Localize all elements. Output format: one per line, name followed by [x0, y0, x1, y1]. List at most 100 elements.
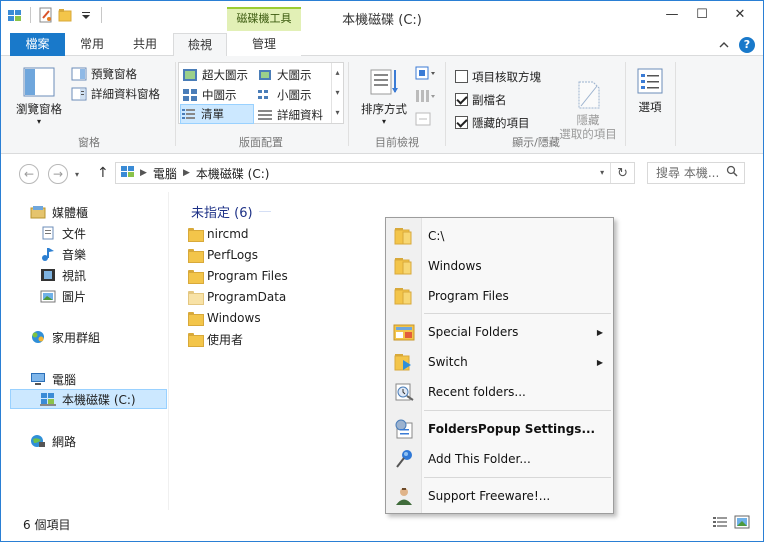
special-folders-icon: [393, 322, 415, 342]
minimize-button[interactable]: —: [657, 1, 687, 27]
search-input[interactable]: 搜尋 本機...: [647, 162, 745, 184]
new-folder-icon[interactable]: [58, 7, 74, 23]
details-view-toggle-icon[interactable]: [712, 515, 728, 532]
group-header-label: 未指定 (6): [191, 206, 253, 221]
search-placeholder: 搜尋 本機...: [656, 166, 720, 180]
tab-view[interactable]: 檢視: [173, 33, 227, 57]
hidden-items-label: 隱藏的項目: [472, 115, 530, 130]
menu-item-windows[interactable]: Windows: [386, 251, 613, 281]
list-item[interactable]: nircmd: [188, 224, 249, 244]
options-label: 選項: [638, 100, 662, 114]
item-checkboxes-checkbox[interactable]: [455, 70, 468, 83]
layout-group-label: 版面配置: [239, 136, 283, 149]
chevron-up-icon[interactable]: [719, 38, 729, 52]
sort-by-button[interactable]: 排序方式 ▾: [355, 66, 413, 126]
show-hide-group-label: 顯示/隱藏: [512, 136, 560, 149]
nav-item-music[interactable]: 音樂: [40, 244, 86, 264]
maximize-button[interactable]: ☐: [687, 1, 717, 27]
list-item[interactable]: Windows: [188, 308, 261, 328]
status-bar: 6 個項目: [1, 510, 763, 541]
size-columns-icon[interactable]: [415, 112, 437, 129]
large-icons-toggle-icon[interactable]: [734, 515, 750, 532]
folder-icon: [188, 270, 204, 284]
breadcrumb-chevron-icon[interactable]: ▶: [183, 168, 190, 178]
tab-manage[interactable]: 管理: [227, 33, 301, 56]
nav-item-documents[interactable]: 文件: [40, 223, 86, 243]
list-item[interactable]: PerfLogs: [188, 245, 258, 265]
list-item[interactable]: 使用者: [188, 329, 243, 349]
documents-icon: [40, 226, 56, 240]
breadcrumb-chevron-icon[interactable]: ▶: [140, 168, 147, 178]
breadcrumb-local-disk[interactable]: 本機磁碟 (C:): [190, 165, 276, 182]
recent-folders-icon: [393, 382, 415, 402]
item-checkboxes-toggle[interactable]: 項目核取方塊: [455, 65, 541, 88]
menu-item-label: Support Freeware!...: [428, 489, 551, 503]
nav-label: 視訊: [62, 268, 87, 283]
close-button[interactable]: ✕: [717, 1, 763, 27]
address-dropdown-icon[interactable]: ▾: [594, 163, 612, 183]
nav-item-homegroup[interactable]: 家用群組: [30, 327, 100, 347]
file-extensions-checkbox[interactable]: [455, 93, 468, 106]
preview-pane-button[interactable]: 預覽窗格: [71, 64, 160, 84]
back-button[interactable]: ←: [19, 164, 39, 184]
hidden-items-checkbox[interactable]: [455, 116, 468, 129]
group-header[interactable]: 未指定 (6): [191, 202, 271, 221]
tab-share[interactable]: 共用: [120, 33, 170, 56]
nav-label: 家用群組: [52, 330, 101, 345]
nav-item-network[interactable]: 網路: [30, 431, 76, 451]
breadcrumb-computer[interactable]: 電腦: [147, 165, 183, 182]
layout-group: 版面配置: [177, 60, 345, 152]
up-arrow-icon[interactable]: ↑: [97, 165, 109, 181]
navigation-pane: 媒體櫃 文件 音樂 視訊 圖片 家用群組 電腦 本機磁碟 (C:) 網路: [1, 192, 169, 510]
ribbon: 瀏覽窗格 ▾ 預覽窗格 詳細資料窗格 窗格 超大圖示 大圖示 中圖示 小圖示 清…: [1, 56, 763, 154]
nav-item-videos[interactable]: 視訊: [40, 265, 86, 285]
recent-locations-icon[interactable]: ▾: [75, 170, 79, 179]
menu-item-special-folders[interactable]: Special Folders ▶: [386, 317, 613, 347]
menu-item-settings[interactable]: FoldersPopup Settings...: [386, 414, 613, 444]
group-by-icon[interactable]: [415, 66, 437, 83]
folder-icon: [188, 228, 204, 242]
drive-tools-header: 磁碟機工具: [227, 7, 301, 31]
network-icon: [30, 434, 46, 448]
pane-toggles: 預覽窗格 詳細資料窗格: [71, 64, 160, 104]
drive-icon[interactable]: [7, 7, 23, 23]
nav-item-computer[interactable]: 電腦: [30, 369, 76, 389]
customize-qat-icon[interactable]: [78, 7, 94, 23]
search-icon[interactable]: [726, 163, 738, 183]
navigation-pane-button[interactable]: 瀏覽窗格 ▾: [13, 66, 65, 126]
forward-button[interactable]: →: [48, 164, 68, 184]
file-name: 使用者: [207, 332, 244, 347]
menu-item-switch[interactable]: Switch ▶: [386, 347, 613, 377]
menu-item-recent-folders[interactable]: Recent folders...: [386, 377, 613, 407]
properties-icon[interactable]: [38, 7, 54, 23]
options-button[interactable]: 選項: [629, 66, 671, 115]
panes-group-label: 窗格: [78, 136, 100, 149]
file-extensions-toggle[interactable]: 副檔名: [455, 88, 541, 111]
refresh-icon[interactable]: ↻: [611, 166, 634, 181]
dropdown-arrow-icon: ▾: [36, 117, 41, 126]
menu-item-c-drive[interactable]: C:\: [386, 221, 613, 251]
explorer-window: 磁碟機工具 本機磁碟 (C:) — ☐ ✕ 檔案 常用 共用 檢視 管理 ? 瀏…: [0, 0, 764, 542]
quick-access-toolbar: [7, 7, 105, 23]
file-name: PerfLogs: [207, 248, 259, 262]
address-bar[interactable]: ▶ 電腦 ▶ 本機磁碟 (C:) ▾ ↻: [115, 162, 635, 184]
menu-item-label: C:\: [428, 229, 445, 243]
menu-item-support-freeware[interactable]: Support Freeware!...: [386, 481, 613, 511]
view-small-buttons: [415, 66, 437, 129]
nav-item-local-disk[interactable]: 本機磁碟 (C:): [10, 389, 167, 409]
nav-item-libraries[interactable]: 媒體櫃: [30, 202, 88, 222]
menu-item-program-files[interactable]: Program Files: [386, 281, 613, 311]
hidden-items-toggle[interactable]: 隱藏的項目: [455, 111, 541, 134]
menu-item-add-this-folder[interactable]: Add This Folder...: [386, 444, 613, 474]
settings-icon: [393, 419, 415, 439]
list-item[interactable]: ProgramData: [188, 287, 286, 307]
details-pane-label: 詳細資料窗格: [91, 87, 160, 101]
add-columns-icon[interactable]: [415, 89, 437, 106]
list-item[interactable]: Program Files: [188, 266, 288, 286]
details-pane-button[interactable]: 詳細資料窗格: [71, 84, 160, 104]
tab-file[interactable]: 檔案: [10, 33, 65, 56]
menu-separator: [424, 313, 611, 314]
tab-home[interactable]: 常用: [67, 33, 117, 56]
help-icon[interactable]: ?: [739, 37, 755, 53]
nav-item-pictures[interactable]: 圖片: [40, 286, 86, 306]
